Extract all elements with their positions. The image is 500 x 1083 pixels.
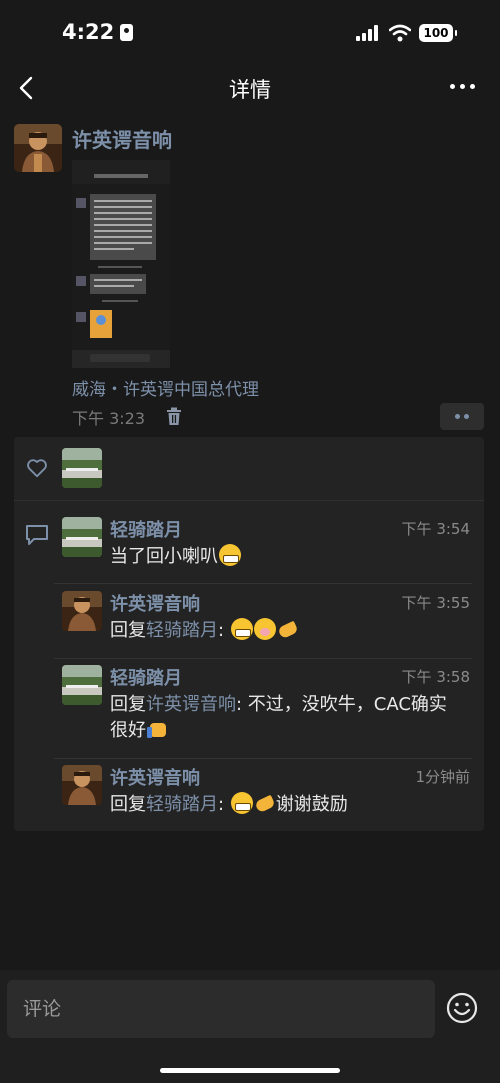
commenter-name[interactable]: 许英谔音响: [110, 590, 200, 616]
yawn-emoji-icon: [253, 618, 276, 640]
thumbs-up-emoji-icon: [147, 718, 169, 740]
home-indicator: [160, 1068, 340, 1073]
status-bar: 4:22 100: [0, 0, 500, 64]
comment-time: 1分钟前: [415, 768, 470, 786]
comment-text: 回复许英谔音响: 不过，没吹牛，CAC确实很好: [110, 694, 447, 741]
nav-bar: 详情: [0, 64, 500, 112]
ok-hand-emoji-icon: [277, 618, 299, 640]
battery-icon: 100: [419, 24, 457, 42]
liker-avatar[interactable]: [62, 448, 102, 488]
like-comment-menu-button[interactable]: [440, 403, 484, 430]
author-avatar[interactable]: [14, 124, 62, 172]
comment-text: 回复轻骑踏月:: [110, 618, 462, 644]
grin-emoji-icon: [230, 618, 253, 640]
post-image[interactable]: [72, 160, 170, 368]
post-time: 下午 3:23: [72, 409, 146, 428]
comment-text: 回复轻骑踏月: 谢谢鼓励: [110, 792, 348, 815]
grin-emoji-icon: [219, 544, 241, 566]
delete-icon[interactable]: [164, 406, 184, 426]
divider: [54, 758, 472, 759]
comment-text: 当了回小喇叭: [110, 544, 462, 570]
ok-hand-emoji-icon: [254, 792, 276, 814]
commenter-avatar[interactable]: [62, 591, 102, 631]
person-badge-icon: [120, 24, 134, 41]
commenter-name[interactable]: 许英谔音响: [110, 764, 200, 790]
likes-row: [14, 437, 484, 501]
commenter-avatar[interactable]: [62, 517, 102, 557]
page-title: 详情: [229, 78, 271, 102]
divider: [54, 583, 472, 584]
comment-bar: [0, 970, 500, 1083]
divider: [54, 658, 472, 659]
comment-time: 下午 3:55: [401, 594, 470, 612]
heart-icon: [27, 459, 47, 478]
status-time: 4:22: [62, 20, 134, 44]
commenter-name[interactable]: 轻骑踏月: [110, 516, 182, 542]
reply-target-name[interactable]: 轻骑踏月: [146, 620, 218, 641]
comment-icon: [26, 525, 48, 545]
post-author-name[interactable]: 许英谔音响: [72, 124, 172, 153]
reply-target-name[interactable]: 轻骑踏月: [146, 794, 218, 815]
more-options-icon[interactable]: [448, 84, 478, 92]
comment-time: 下午 3:58: [401, 668, 470, 686]
comment-input[interactable]: [7, 980, 435, 1038]
commenter-avatar[interactable]: [62, 765, 102, 805]
comment-time: 下午 3:54: [401, 520, 470, 538]
post-location[interactable]: 威海・许英谔中国总代理: [72, 375, 259, 400]
smiley-icon[interactable]: [446, 992, 478, 1024]
interaction-panel: 轻骑踏月 下午 3:54 当了回小喇叭 许英谔音响 下午 3:55 回复轻骑踏月…: [14, 437, 484, 831]
wifi-icon: [389, 24, 411, 42]
cellular-signal-icon: [356, 25, 380, 41]
commenter-avatar[interactable]: [62, 665, 102, 705]
commenter-name[interactable]: 轻骑踏月: [110, 664, 182, 690]
reply-target-name[interactable]: 许英谔音响: [146, 694, 236, 715]
grin-emoji-icon: [230, 792, 253, 814]
